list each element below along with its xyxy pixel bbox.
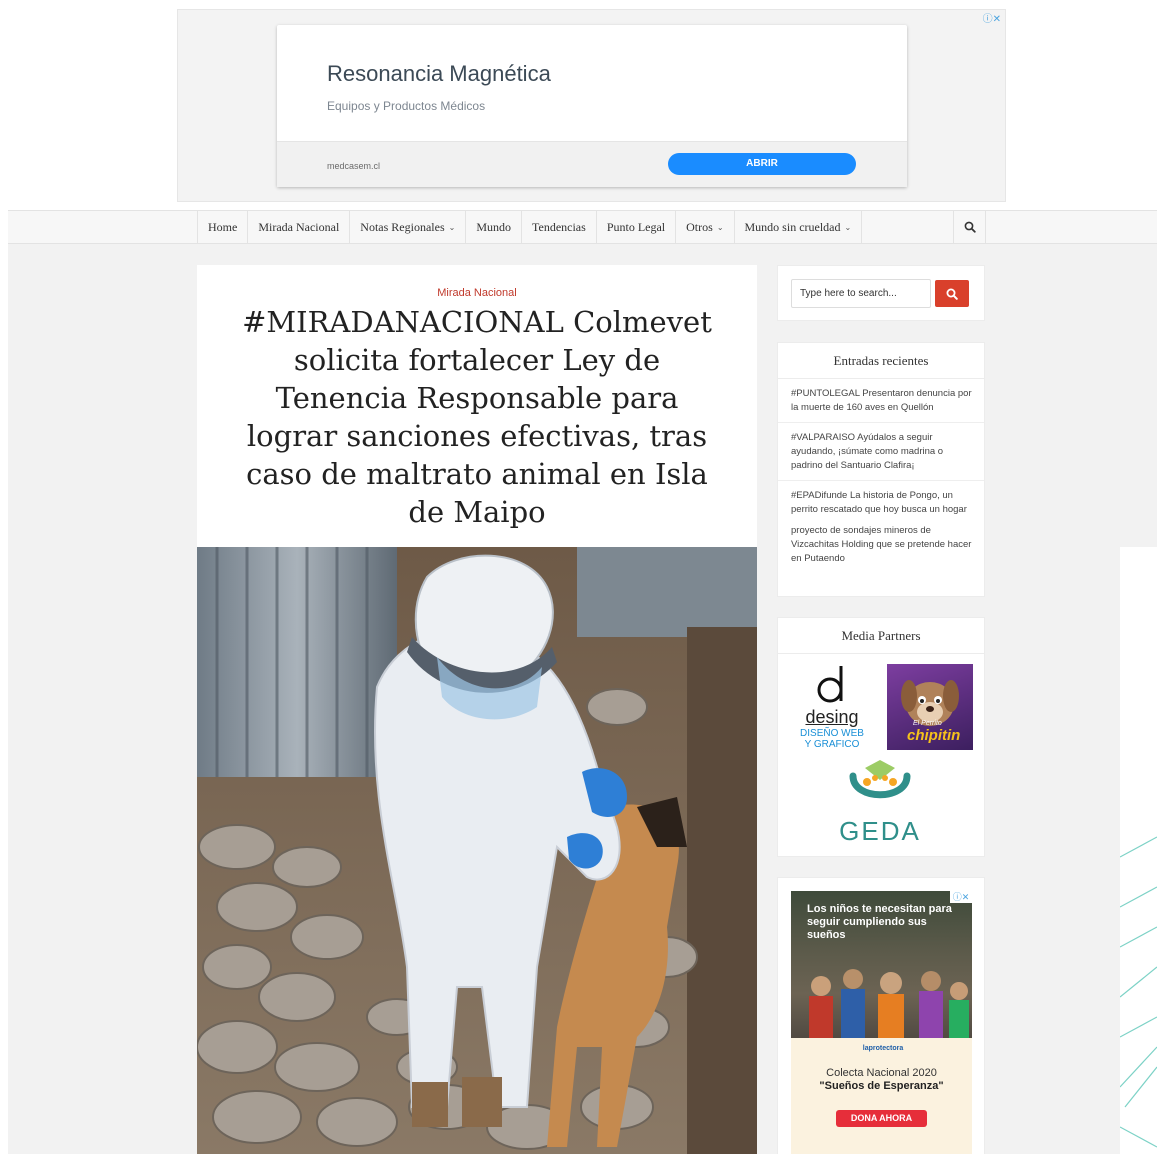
recent-posts-widget: Entradas recientes #PUNTOLEGAL Presentar… <box>777 342 985 597</box>
nav-menu: Home Mirada Nacional Notas Regionales ⌄ M… <box>197 211 986 243</box>
sidebar-search-input[interactable]: Type here to search... <box>791 279 931 308</box>
nav-item-otros[interactable]: Otros ⌄ <box>676 211 735 243</box>
recent-post-link[interactable]: #VALPARAISO Ayúdalos a seguir ayudando, … <box>778 423 984 481</box>
nav-item-home[interactable]: Home <box>198 211 249 243</box>
ad-campaign: Colecta Nacional 2020 "Sueños de Esperan… <box>791 1067 972 1093</box>
recent-post-link[interactable]: #EPADifunde La historia de Pongo, un per… <box>778 481 984 524</box>
nav-label: Otros <box>686 219 713 234</box>
ad-card[interactable]: Resonancia Magnética Equipos y Productos… <box>277 25 907 187</box>
ad-domain: medcasem.cl <box>327 161 381 171</box>
donate-button[interactable]: DONA AHORA <box>836 1110 927 1127</box>
recent-post-link[interactable]: proyecto de sondajes mineros de Vizcachi… <box>778 524 984 573</box>
chevron-down-icon: ⌄ <box>448 222 456 232</box>
nav-item-notas-regionales[interactable]: Notas Regionales ⌄ <box>350 211 467 243</box>
top-ad-banner[interactable]: ⓘ✕ Resonancia Magnética Equipos y Produc… <box>177 9 1006 202</box>
search-icon <box>946 288 958 300</box>
recent-post-link[interactable]: #PUNTOLEGAL Presentaron denuncia por la … <box>778 379 984 423</box>
article-title: #MIRADANACIONAL Colmevet solicita fortal… <box>242 305 712 529</box>
chipitin-logo[interactable]: El Perrito chipitin <box>887 664 973 750</box>
ad-title[interactable]: Resonancia Magnética <box>327 61 551 87</box>
ad-headline: Los niños te necesitan para seguir cumpl… <box>807 903 952 941</box>
nav-label: Notas Regionales <box>360 219 445 234</box>
article-photo <box>197 547 757 1154</box>
media-partners-widget: Media Partners desing DISEÑO WEB Y GRAFI… <box>777 617 985 857</box>
ad-subtitle: Equipos y Productos Médicos <box>327 99 486 113</box>
media-partners-title: Media Partners <box>778 618 984 654</box>
desing-d-icon <box>817 666 843 703</box>
campaign-slogan: "Sueños de Esperanza" <box>819 1080 944 1092</box>
adchoices-icon[interactable]: ⓘ✕ <box>983 10 1001 25</box>
desing-tagline: Y GRAFICO <box>804 739 860 750</box>
article-category[interactable]: Mirada Nacional <box>197 287 757 299</box>
chevron-down-icon: ⌄ <box>716 222 724 232</box>
desing-name: desing <box>805 707 859 727</box>
chipitin-title: chipitin <box>907 727 961 744</box>
search-icon <box>964 221 976 233</box>
nav-label: Mundo sin crueldad <box>744 219 841 234</box>
decorative-lines <box>1120 836 1157 1148</box>
nav-item-mirada-nacional[interactable]: Mirada Nacional <box>248 211 351 243</box>
nav-item-punto-legal[interactable]: Punto Legal <box>597 211 677 243</box>
ad-open-button[interactable]: ABRIR <box>668 153 856 175</box>
sidebar-search-button[interactable] <box>935 280 969 307</box>
nav-search-button[interactable] <box>953 211 985 243</box>
nav-item-mundo-sin-crueldad[interactable]: Mundo sin crueldad ⌄ <box>735 211 863 243</box>
geda-paws-icon <box>849 760 911 799</box>
nav-label: Punto Legal <box>606 219 666 234</box>
vet-examining-dog-image <box>197 547 757 1154</box>
nav-label: Home <box>208 219 238 234</box>
ad-footer: medcasem.cl ABRIR <box>277 141 907 187</box>
nav-item-mundo[interactable]: Mundo <box>466 211 522 243</box>
chevron-down-icon: ⌄ <box>844 222 852 232</box>
geda-name: GEDA <box>839 816 921 846</box>
nav-label: Tendencias <box>532 219 586 234</box>
recent-posts-title: Entradas recientes <box>778 343 984 379</box>
adchoices-icon[interactable]: ⓘ✕ <box>950 891 972 903</box>
donation-ad[interactable]: Los niños te necesitan para seguir cumpl… <box>791 891 972 1154</box>
laprotectora-logo: laprotectora <box>862 1045 904 1052</box>
desing-logo[interactable]: desing DISEÑO WEB Y GRAFICO <box>796 664 868 752</box>
sidebar-ad-widget: Los niños te necesitan para seguir cumpl… <box>777 877 985 1154</box>
desing-tagline: DISEÑO WEB <box>800 728 864 739</box>
nav-label: Mirada Nacional <box>258 219 340 234</box>
sidebar-search-widget: Type here to search... <box>777 265 985 321</box>
main-navbar: Home Mirada Nacional Notas Regionales ⌄ M… <box>8 210 1157 244</box>
chipitin-subtitle: El Perrito <box>913 720 942 727</box>
nav-item-tendencias[interactable]: Tendencias <box>522 211 597 243</box>
nav-label: Mundo <box>476 219 511 234</box>
article-header: Mirada Nacional #MIRADANACIONAL Colmevet… <box>197 265 757 547</box>
geda-logo[interactable]: GEDA <box>834 756 926 848</box>
campaign-name: Colecta Nacional 2020 <box>826 1067 937 1079</box>
